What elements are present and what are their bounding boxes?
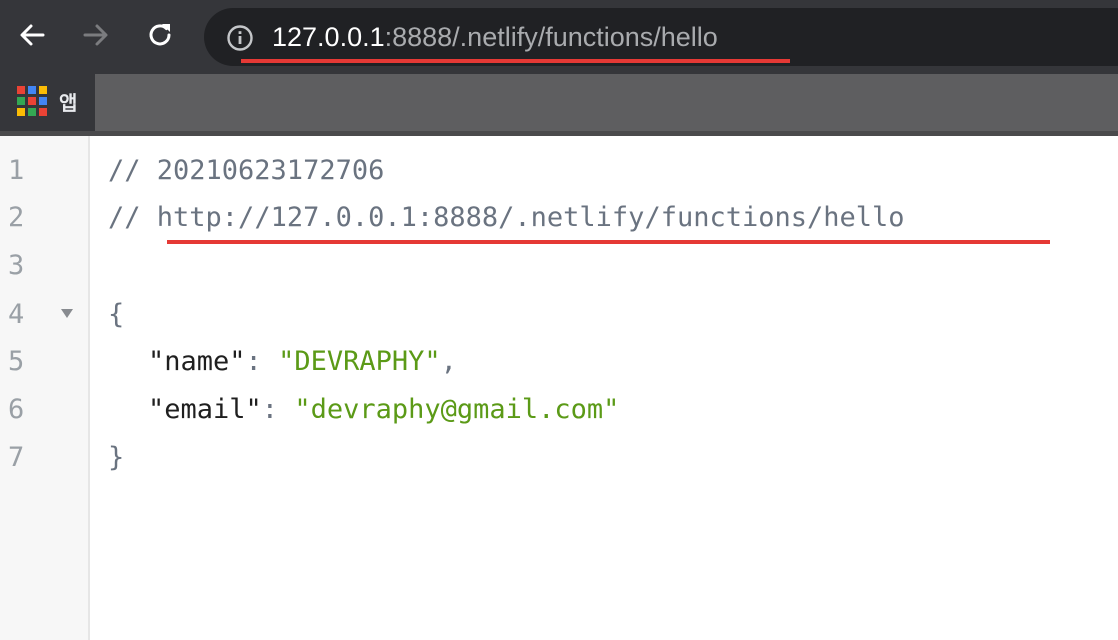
line-number: 1 — [8, 155, 25, 186]
json-key-email: "email" — [148, 394, 262, 425]
line-number: 3 — [8, 250, 25, 281]
comment-timestamp: // 20210623172706 — [108, 155, 385, 186]
json-line-email: "email": "devraphy@gmail.com" — [148, 392, 619, 428]
apps-grid-dot — [28, 86, 36, 94]
apps-grid-icon — [17, 86, 47, 116]
url-text[interactable]: 127.0.0.1:8888/.netlify/functions/hello — [272, 20, 718, 54]
apps-grid-dot — [39, 97, 47, 105]
json-line-name: "name": "DEVRAPHY", — [148, 344, 457, 380]
arrow-left-icon — [20, 24, 45, 46]
json-value-email: "devraphy@gmail.com" — [294, 394, 620, 425]
fold-toggle-icon[interactable] — [60, 306, 74, 320]
line-number: 2 — [8, 202, 25, 233]
url-path: :8888/.netlify/functions/hello — [384, 22, 718, 52]
apps-grid-dot — [28, 97, 36, 105]
browser-toolbar: 127.0.0.1:8888/.netlify/functions/hello — [0, 0, 1118, 74]
line-number: 7 — [8, 442, 25, 473]
json-colon: : — [245, 346, 279, 377]
link-highlight-underline — [167, 240, 1050, 244]
apps-grid-dot — [39, 108, 47, 116]
line-number: 4 — [8, 299, 25, 330]
json-comma: , — [440, 346, 457, 377]
address-bar[interactable]: 127.0.0.1:8888/.netlify/functions/hello — [204, 8, 1118, 66]
open-brace: { — [108, 299, 125, 330]
apps-grid-dot — [17, 108, 25, 116]
arrow-right-icon — [83, 24, 108, 46]
url-highlight-underline — [241, 59, 790, 63]
reload-icon — [149, 24, 171, 46]
bookmarks-area — [95, 74, 1118, 131]
apps-shortcut[interactable]: 앱 — [17, 86, 77, 116]
apps-grid-dot — [17, 97, 25, 105]
comment-prefix: // — [108, 202, 157, 233]
json-colon: : — [261, 394, 295, 425]
apps-grid-dot — [17, 86, 25, 94]
line-number: 6 — [8, 394, 25, 425]
apps-label: 앱 — [59, 92, 78, 115]
apps-grid-dot — [28, 108, 36, 116]
forward-button[interactable] — [78, 17, 114, 53]
source-url-link[interactable]: http://127.0.0.1:8888/.netlify/functions… — [157, 202, 905, 233]
reload-button[interactable] — [142, 17, 178, 53]
apps-grid-dot — [39, 86, 47, 94]
close-brace: } — [108, 442, 125, 473]
bookmarks-bar: 앱 — [0, 74, 1118, 136]
line-number: 5 — [8, 346, 25, 377]
json-key-name: "name" — [148, 346, 246, 377]
comment-source-url: // http://127.0.0.1:8888/.netlify/functi… — [108, 200, 905, 236]
back-button[interactable] — [14, 17, 50, 53]
json-value-name: "DEVRAPHY" — [278, 346, 441, 377]
info-icon[interactable] — [226, 24, 254, 52]
url-host: 127.0.0.1 — [272, 22, 385, 52]
bookmarks-divider — [0, 131, 1118, 136]
